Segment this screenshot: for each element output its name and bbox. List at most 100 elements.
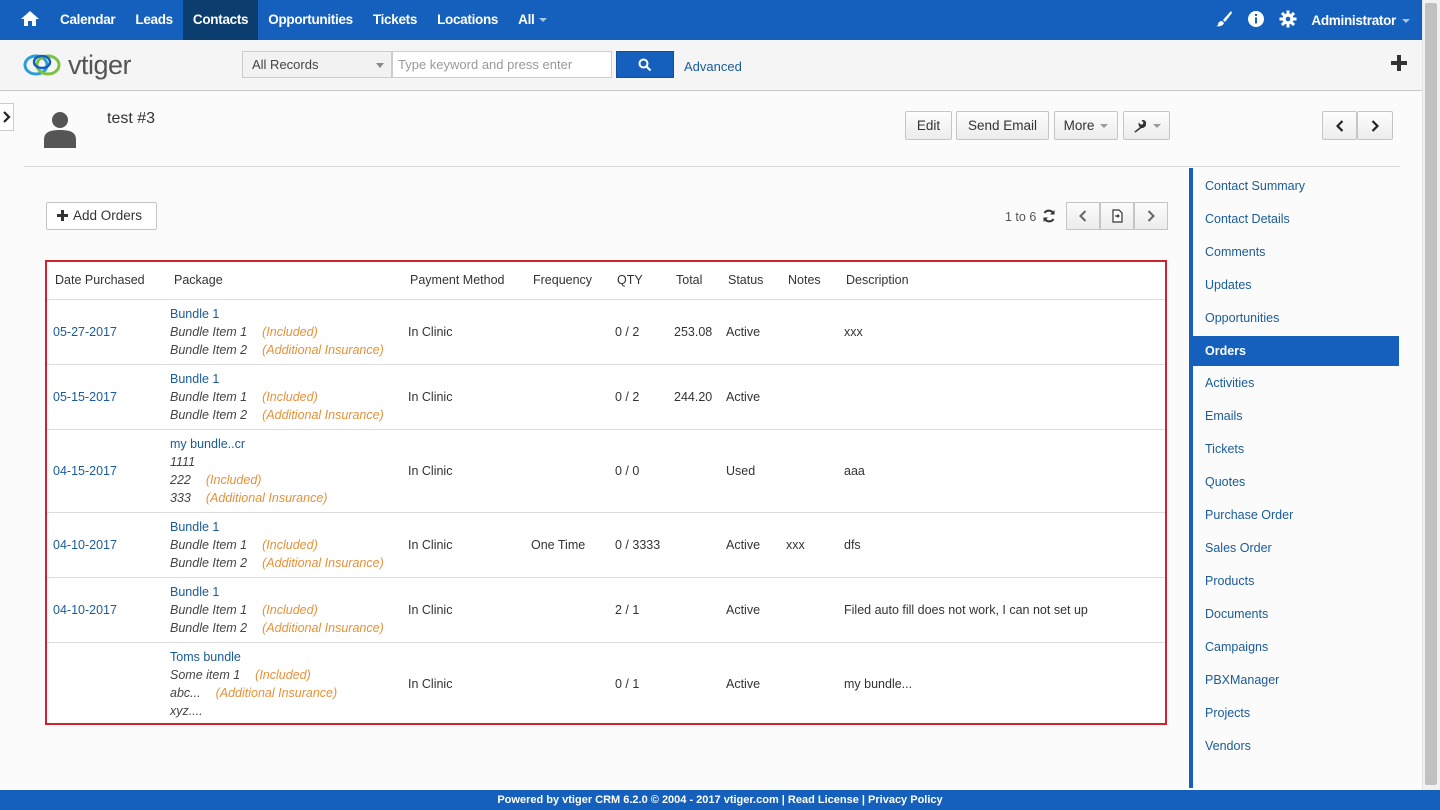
qty-cell: 2 / 1 — [611, 577, 670, 643]
nav-item-opportunities[interactable]: Opportunities — [258, 0, 363, 40]
status-cell: Active — [726, 676, 761, 691]
divider — [24, 166, 1400, 167]
notes-cell — [782, 429, 840, 513]
package-cell: Bundle 1 Bundle Item 1 (Included) Bundle It… — [168, 364, 404, 430]
package-link[interactable]: Bundle 1 — [170, 305, 404, 323]
previous-page-button[interactable] — [1066, 202, 1100, 230]
page-scrollbar-thumb[interactable] — [1425, 3, 1437, 785]
package-item-name: Bundle Item 2 — [170, 407, 248, 422]
status-cell: Used — [722, 429, 782, 513]
next-page-button[interactable] — [1134, 202, 1168, 230]
order-date-link[interactable]: 05-27-2017 — [53, 325, 117, 339]
nav-item-label: Locations — [437, 12, 499, 27]
sidebar-item-activities[interactable]: Activities — [1193, 368, 1399, 398]
column-header-status[interactable]: Status — [722, 262, 782, 300]
package-item-name: Bundle Item 2 — [170, 620, 248, 635]
sidebar-item-orders[interactable]: Orders — [1193, 336, 1399, 366]
sidebar-item-campaigns[interactable]: Campaigns — [1193, 632, 1399, 662]
logo-text: vtiger — [68, 49, 132, 80]
description-cell: xxx — [840, 299, 1165, 365]
sidebar-item-updates[interactable]: Updates — [1193, 270, 1399, 300]
search-button[interactable] — [616, 51, 674, 78]
nav-item-calendar[interactable]: Calendar — [50, 0, 125, 40]
records-filter-select[interactable]: All Records — [242, 51, 392, 78]
column-header-package[interactable]: Package — [168, 262, 404, 300]
sidebar-item-opportunities[interactable]: Opportunities — [1193, 303, 1399, 333]
column-header-qty[interactable]: QTY — [611, 262, 670, 300]
sidebar-item-pbxmanager[interactable]: PBXManager — [1193, 665, 1399, 695]
chevron-right-icon — [1371, 120, 1380, 133]
order-date-link[interactable]: 04-15-2017 — [53, 464, 117, 478]
quick-create-plus-icon[interactable] — [1390, 54, 1408, 75]
package-link[interactable]: Bundle 1 — [170, 370, 404, 388]
more-dropdown-button[interactable]: More — [1054, 111, 1118, 140]
payment-cell: In Clinic — [404, 299, 527, 365]
gear-icon[interactable] — [1279, 10, 1297, 31]
send-email-button[interactable]: Send Email — [956, 111, 1049, 140]
advanced-search-link[interactable]: Advanced — [684, 59, 742, 74]
sidebar-item-vendors[interactable]: Vendors — [1193, 731, 1399, 761]
nav-item-leads[interactable]: Leads — [125, 0, 183, 40]
sidebar-item-purchase-order[interactable]: Purchase Order — [1193, 500, 1399, 530]
page-jump-button[interactable] — [1100, 202, 1134, 230]
info-icon[interactable] — [1247, 10, 1265, 31]
package-item-name: 222 — [170, 472, 191, 487]
column-header-notes[interactable]: Notes — [782, 262, 840, 300]
column-header-payment-method[interactable]: Payment Method — [404, 262, 527, 300]
description-cell: dfs — [840, 512, 1165, 578]
total-cell — [670, 577, 722, 643]
sidebar-item-contact-summary[interactable]: Contact Summary — [1193, 171, 1399, 201]
package-link[interactable]: Bundle 1 — [170, 518, 404, 536]
left-panel-toggle[interactable] — [0, 103, 14, 131]
nav-item-locations[interactable]: Locations — [427, 0, 508, 40]
order-date-link[interactable]: 04-10-2017 — [53, 603, 117, 617]
sidebar-item-quotes[interactable]: Quotes — [1193, 467, 1399, 497]
sidebar-item-documents[interactable]: Documents — [1193, 599, 1399, 629]
edit-button[interactable]: Edit — [905, 111, 952, 140]
send-email-button-label: Send Email — [967, 118, 1038, 133]
sidebar-item-products[interactable]: Products — [1193, 566, 1399, 596]
user-name: Administrator — [1311, 12, 1396, 28]
sidebar-item-tickets[interactable]: Tickets — [1193, 434, 1399, 464]
previous-record-button[interactable] — [1322, 111, 1357, 140]
date-cell: 05-15-2017 — [47, 364, 168, 430]
nav-item-all[interactable]: All — [508, 0, 557, 40]
sidebar-item-projects[interactable]: Projects — [1193, 698, 1399, 728]
table-row: 05-27-2017 Bundle 1 Bundle Item 1 (Included… — [47, 299, 1165, 365]
sidebar-item-sales-order[interactable]: Sales Order — [1193, 533, 1399, 563]
chevron-right-icon — [1147, 210, 1155, 222]
sidebar-item-contact-details[interactable]: Contact Details — [1193, 204, 1399, 234]
package-item-tag: (Additional Insurance) — [215, 685, 338, 700]
notes-cell — [782, 642, 840, 725]
nav-item-contacts[interactable]: Contacts — [182, 0, 259, 40]
payment-cell: In Clinic — [408, 676, 453, 691]
brush-icon[interactable] — [1215, 10, 1233, 31]
settings-dropdown-button[interactable] — [1123, 111, 1170, 140]
column-header-description[interactable]: Description — [840, 262, 1165, 300]
table-row: 04-10-2017 Bundle 1 Bundle Item 1 (Included… — [47, 577, 1165, 643]
package-item: 1111 — [170, 453, 404, 471]
package-link[interactable]: my bundle..cr — [170, 435, 404, 453]
refresh-icon[interactable] — [1042, 209, 1056, 226]
package-link[interactable]: Toms bundle — [170, 648, 404, 666]
edit-button-label: Edit — [916, 118, 941, 133]
column-header-total[interactable]: Total — [670, 262, 722, 300]
order-date-link[interactable]: 05-15-2017 — [53, 390, 117, 404]
next-record-button[interactable] — [1357, 111, 1393, 140]
add-orders-button[interactable]: Add Orders — [46, 202, 157, 230]
column-header-date-purchased[interactable]: Date Purchased — [47, 262, 168, 300]
vtiger-logo[interactable]: vtiger — [22, 48, 132, 82]
column-header-frequency[interactable]: Frequency — [527, 262, 611, 300]
home-icon[interactable] — [20, 9, 40, 29]
order-date-link[interactable]: 04-10-2017 — [53, 538, 117, 552]
search-input[interactable] — [392, 51, 612, 78]
header-bar: vtiger All Records Advanced — [0, 40, 1422, 91]
package-item-name: Bundle Item 1 — [170, 324, 248, 339]
sidebar-item-emails[interactable]: Emails — [1193, 401, 1399, 431]
date-cell: 04-10-2017 — [47, 577, 168, 643]
sidebar-item-comments[interactable]: Comments — [1193, 237, 1399, 267]
description-cell — [840, 364, 1165, 430]
package-link[interactable]: Bundle 1 — [170, 583, 404, 601]
user-menu[interactable]: Administrator — [1311, 13, 1410, 28]
nav-item-tickets[interactable]: Tickets — [363, 0, 427, 40]
